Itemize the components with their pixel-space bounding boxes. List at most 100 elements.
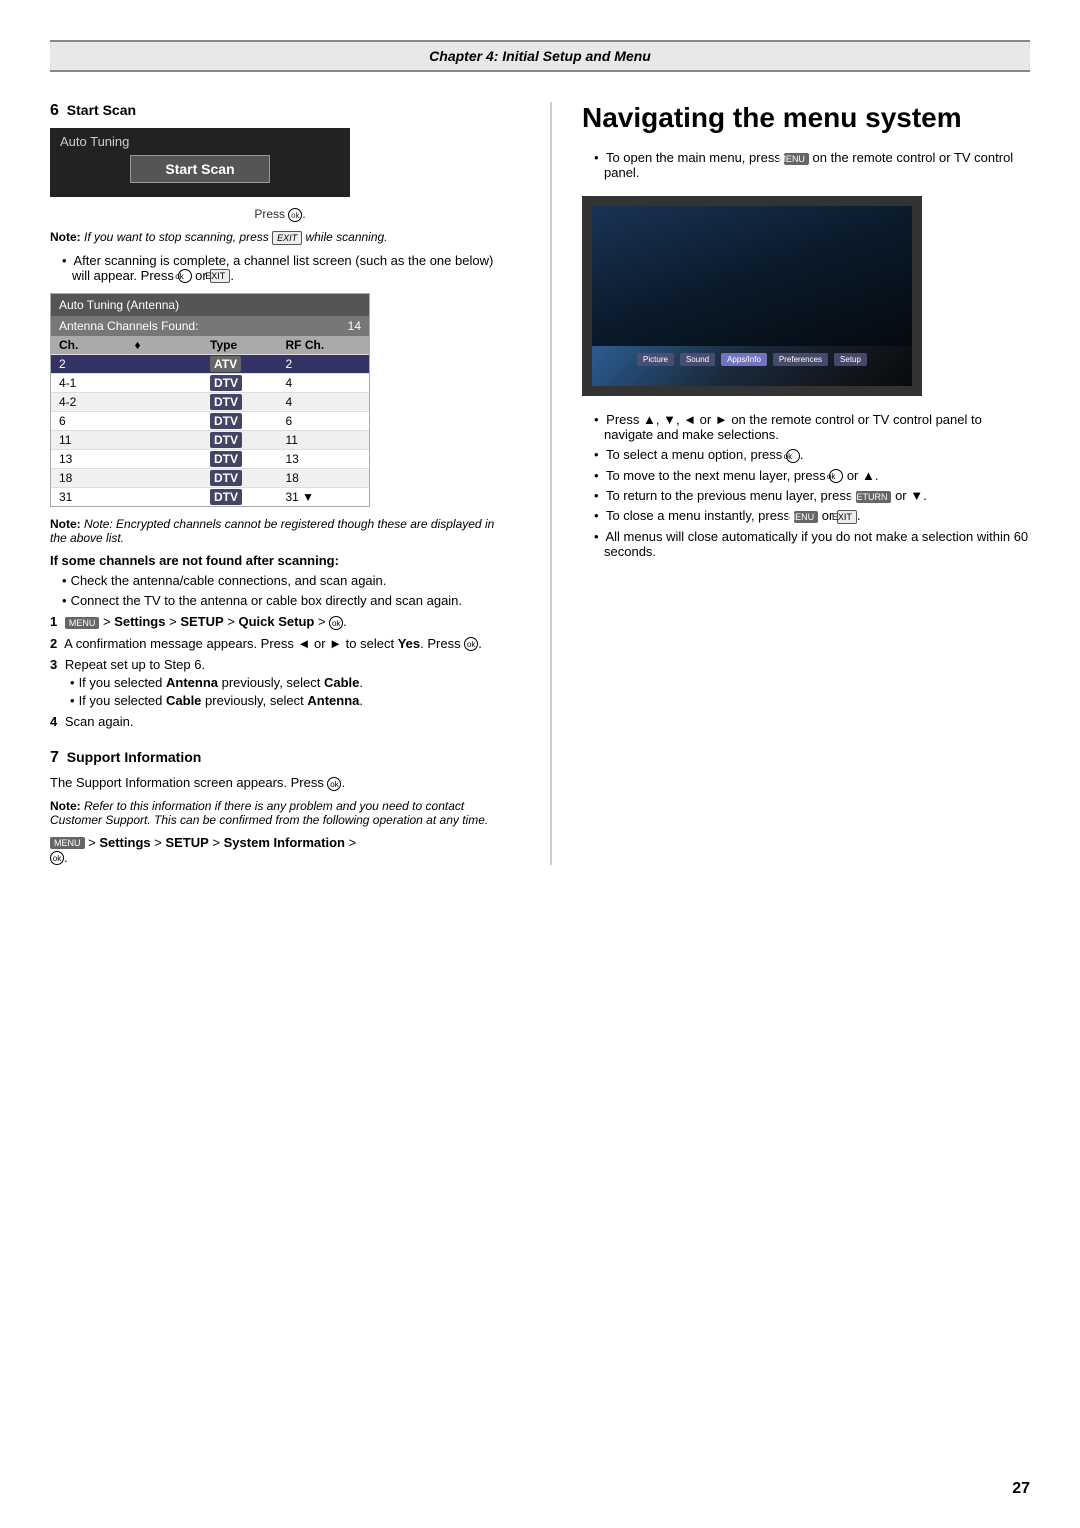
numbered-item-4: 4 Scan again.: [50, 714, 510, 729]
step6-heading: 6 Start Scan: [50, 102, 510, 120]
found-count: 14: [348, 319, 361, 333]
right-bullet-6: To close a menu instantly, press MENU or…: [594, 508, 1030, 524]
col-signal: ♦: [135, 338, 211, 352]
ch-rf: 4: [286, 395, 362, 409]
channel-table-title: Auto Tuning (Antenna): [51, 294, 369, 316]
if-channels-heading: If some channels are not found after sca…: [50, 553, 510, 568]
right-bullet-2: Press ▲, ▼, ◄ or ► on the remote control…: [594, 412, 1030, 442]
ok-icon4: ok: [464, 637, 478, 651]
col-ch: Ch.: [59, 338, 135, 352]
ch-num: 31: [59, 490, 135, 504]
channel-row: 31 DTV 31 ▼: [51, 487, 369, 506]
right-bullets: Press ▲, ▼, ◄ or ► on the remote control…: [582, 412, 1030, 559]
exit-icon: EXIT: [272, 231, 302, 245]
sub-bullet-1: If you selected Antenna previously, sele…: [70, 675, 510, 690]
if-channels-bullet2: Connect the TV to the antenna or cable b…: [62, 593, 510, 608]
tv-screen: Picture Sound Apps/Info Preferences Setu…: [592, 206, 912, 386]
after-scan-bullet: After scanning is complete, a channel li…: [62, 253, 510, 284]
ch-rf: 31 ▼: [286, 490, 362, 504]
ch-num: 2: [59, 357, 135, 371]
chapter-header: Chapter 4: Initial Setup and Menu: [50, 40, 1030, 72]
right-bullet-5: To return to the previous menu layer, pr…: [594, 488, 1030, 503]
ch-num: 18: [59, 471, 135, 485]
page-number: 27: [1012, 1480, 1030, 1498]
auto-tuning-box: Auto Tuning Start Scan: [50, 128, 350, 197]
ok-icon6: ok: [50, 851, 64, 865]
channel-row: 18 DTV 18: [51, 468, 369, 487]
step7-heading: 7 Support Information: [50, 749, 510, 767]
ch-rf: 18: [286, 471, 362, 485]
ch-num: 4-2: [59, 395, 135, 409]
exit-icon2: EXIT: [210, 269, 230, 283]
found-label: Antenna Channels Found:: [59, 319, 198, 333]
if-channels-bullet1: Check the antenna/cable connections, and…: [62, 573, 510, 588]
step7-section: 7 Support Information The Support Inform…: [50, 749, 510, 865]
ch-signal: [135, 471, 211, 485]
ch-type: DTV: [210, 376, 286, 390]
ch-type: ATV: [210, 357, 286, 371]
ch-signal: [135, 414, 211, 428]
ch-signal: [135, 395, 211, 409]
ch-signal: [135, 376, 211, 390]
right-column: Navigating the menu system To open the m…: [550, 102, 1030, 865]
chapter-title: Chapter 4: Initial Setup and Menu: [429, 48, 651, 64]
tv-menu-sound: Sound: [680, 353, 715, 366]
channel-row: 11 DTV 11: [51, 430, 369, 449]
channel-col-headers: Ch. ♦ Type RF Ch.: [51, 336, 369, 354]
menu-icon3: MENU: [784, 153, 809, 165]
right-bullet-4: To move to the next menu layer, press ok…: [594, 468, 1030, 484]
step6-section: 6 Start Scan Auto Tuning Start Scan Pres…: [50, 102, 510, 729]
col-rfch: RF Ch.: [286, 338, 362, 352]
tv-menu-setup: Setup: [834, 353, 867, 366]
ch-rf: 4: [286, 376, 362, 390]
tv-menu-prefs: Preferences: [773, 353, 828, 366]
ch-signal: [135, 490, 211, 504]
ok-icon2: ok: [178, 269, 192, 283]
ch-type: DTV: [210, 471, 286, 485]
tv-menu-apps: Apps/Info: [721, 353, 767, 366]
ch-num: 13: [59, 452, 135, 466]
tv-screenshot: Picture Sound Apps/Info Preferences Setu…: [582, 196, 922, 396]
channel-table: Auto Tuning (Antenna) Antenna Channels F…: [50, 293, 370, 507]
auto-tuning-title: Auto Tuning: [60, 134, 340, 149]
channel-row: 4-1 DTV 4: [51, 373, 369, 392]
exit-icon3: EXIT: [837, 510, 857, 524]
ok-icon3: ok: [329, 616, 343, 630]
ok-icon8: ok: [829, 469, 843, 483]
page: Chapter 4: Initial Setup and Menu 6 Star…: [0, 0, 1080, 1528]
two-column-layout: 6 Start Scan Auto Tuning Start Scan Pres…: [50, 102, 1030, 865]
step7-path: MENU > Settings > SETUP > System Informa…: [50, 835, 510, 866]
note2: Note: Note: Encrypted channels cannot be…: [50, 517, 510, 545]
ch-type: DTV: [210, 452, 286, 466]
ch-rf: 13: [286, 452, 362, 466]
press-ok-text: Press ok.: [50, 207, 510, 222]
left-column: 6 Start Scan Auto Tuning Start Scan Pres…: [50, 102, 510, 865]
ch-type: DTV: [210, 433, 286, 447]
note1: Note: If you want to stop scanning, pres…: [50, 230, 510, 245]
numbered-item-3: 3 Repeat set up to Step 6. If you select…: [50, 657, 510, 708]
ch-signal: [135, 452, 211, 466]
ch-num: 6: [59, 414, 135, 428]
ch-rf: 2: [286, 357, 362, 371]
ch-signal: [135, 357, 211, 371]
ch-type: DTV: [210, 414, 286, 428]
col-type: Type: [210, 338, 286, 352]
start-scan-button[interactable]: Start Scan: [130, 155, 270, 183]
return-icon: RETURN: [856, 491, 892, 503]
channel-row: 6 DTV 6: [51, 411, 369, 430]
support-info-text: The Support Information screen appears. …: [50, 775, 510, 791]
tv-menu-overlay: Picture Sound Apps/Info Preferences Setu…: [592, 353, 912, 366]
menu-icon4: MENU: [794, 511, 819, 523]
tv-menu-picture: Picture: [637, 353, 674, 366]
ch-num: 11: [59, 433, 135, 447]
ch-type: DTV: [210, 395, 286, 409]
ok-icon5: ok: [327, 777, 341, 791]
channel-row: 2 ATV 2: [51, 354, 369, 373]
channel-row: 13 DTV 13: [51, 449, 369, 468]
right-bullet-3: To select a menu option, press ok.: [594, 447, 1030, 463]
ch-rf: 6: [286, 414, 362, 428]
sub-bullet-2: If you selected Cable previously, select…: [70, 693, 510, 708]
ok-icon: ok: [288, 208, 302, 222]
right-bullet-7: All menus will close automatically if yo…: [594, 529, 1030, 559]
menu-icon2: MENU: [50, 837, 85, 849]
